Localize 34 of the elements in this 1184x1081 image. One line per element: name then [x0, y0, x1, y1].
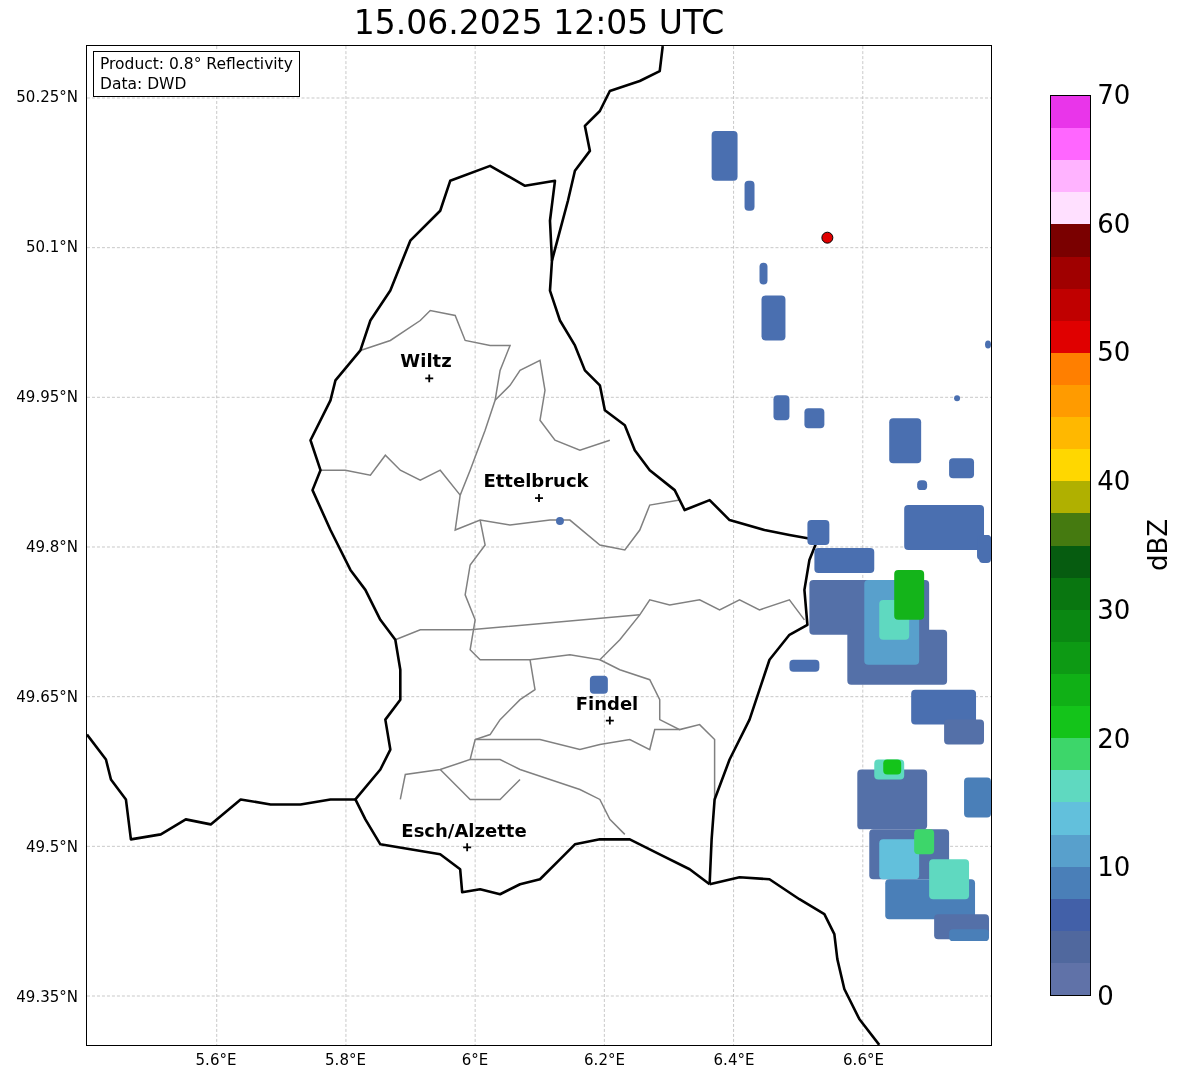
city-label: Findel: [575, 693, 639, 714]
colorbar-tick-label: 20: [1097, 723, 1131, 754]
colorbar-tick-label: 50: [1097, 337, 1131, 368]
longitude-label: 6°E: [461, 1051, 489, 1069]
latitude-label: 49.95°N: [16, 388, 78, 406]
colorbar-tick-label: 0: [1097, 981, 1114, 1011]
city-marker: [424, 373, 435, 384]
latitude-label: 50.25°N: [16, 88, 78, 106]
colorbar-label: dBZ: [1142, 518, 1173, 572]
city-marker: [534, 493, 544, 503]
longitude-label: 6.4°E: [713, 1051, 755, 1069]
latitude-label: 49.35°N: [16, 988, 78, 1006]
longitude-label: 5.8°E: [325, 1051, 366, 1069]
latitude-label: 50.1°N: [25, 238, 78, 256]
city-label: Ettelbruck: [483, 470, 589, 491]
longitude-label: 5.6°E: [195, 1051, 237, 1069]
latitude-label: 49.65°N: [16, 688, 78, 706]
colorbar-tick-label: 30: [1097, 594, 1131, 625]
colorbar-tick-label: 60: [1097, 208, 1131, 239]
city-marker: [462, 842, 473, 853]
radar-site-marker: [821, 231, 834, 244]
chart-title: 15.06.2025 12:05 UTC: [353, 3, 725, 42]
longitude-label: 6.2°E: [584, 1051, 625, 1069]
longitude-label: 6.6°E: [843, 1051, 884, 1069]
colorbar-tick-label: 40: [1097, 466, 1131, 497]
colorbar-tick-label: 70: [1097, 80, 1131, 110]
info-text: Data: DWD: [100, 74, 188, 94]
colorbar-tick-label: 10: [1097, 852, 1131, 883]
city-label: Esch/Alzette: [401, 820, 527, 841]
city-marker: [604, 715, 615, 726]
latitude-label: 49.8°N: [25, 538, 78, 556]
info-text: Product: 0.8° Reflectivity: [100, 54, 293, 74]
city-label: Wiltz: [400, 350, 452, 371]
latitude-label: 49.5°N: [25, 838, 78, 856]
